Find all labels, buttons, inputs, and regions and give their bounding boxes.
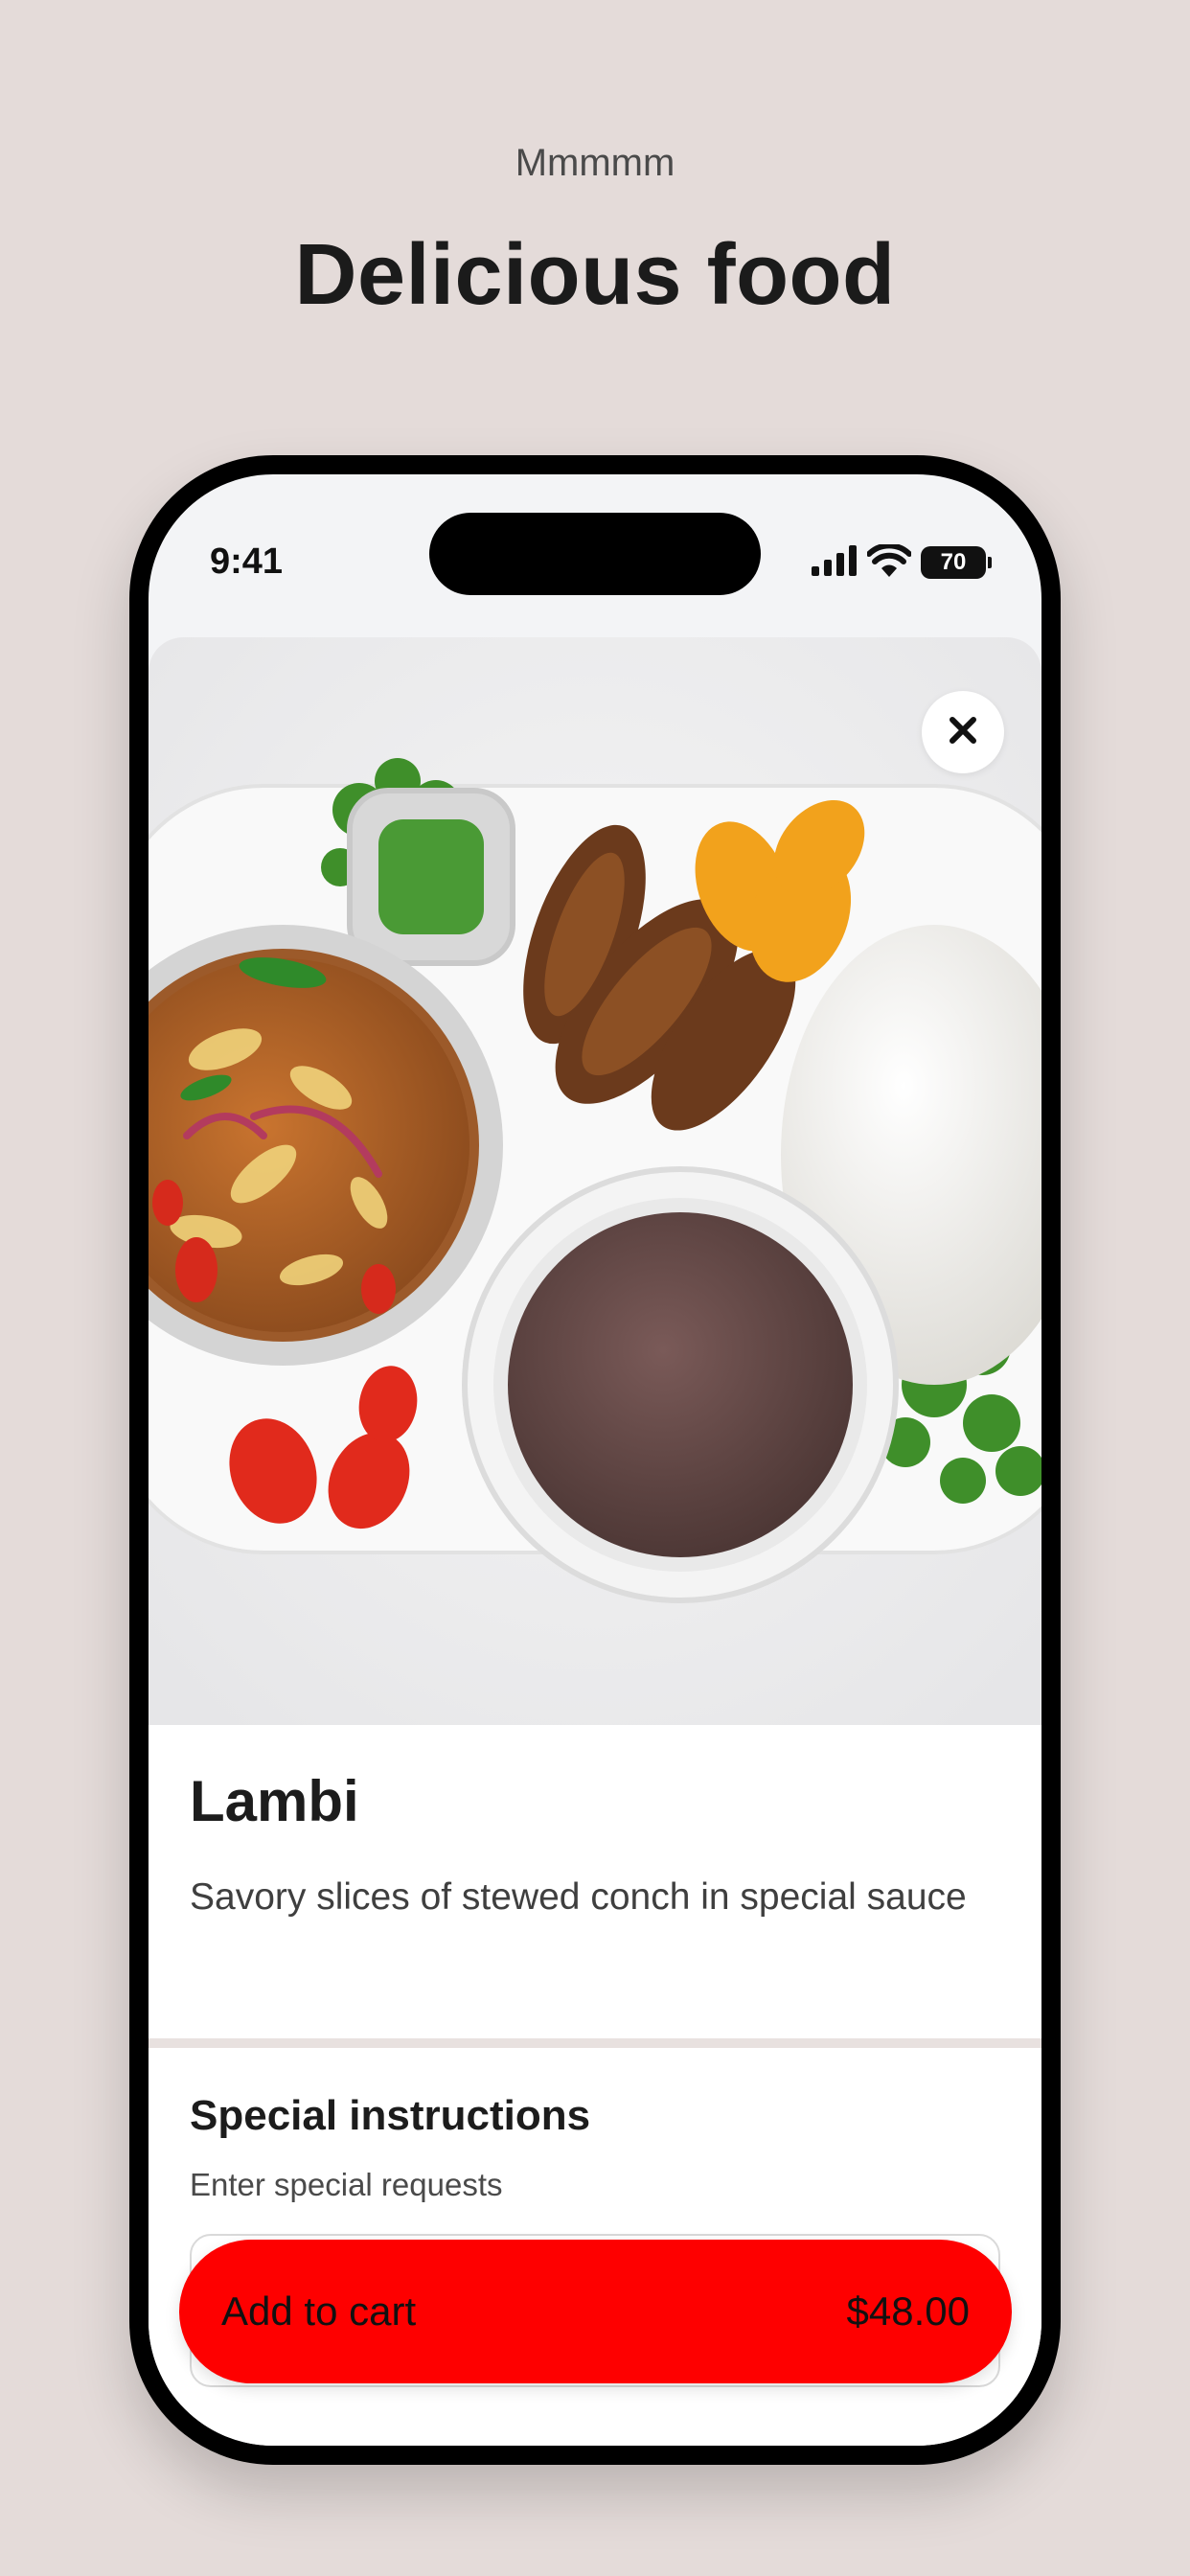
wifi-icon — [866, 541, 912, 582]
page-title: Delicious food — [294, 227, 896, 323]
item-name: Lambi — [190, 1769, 359, 1833]
section-divider — [149, 2038, 1041, 2048]
item-description: Savory slices of stewed conch in special… — [190, 1876, 967, 1918]
add-to-cart-label: Add to cart — [221, 2288, 417, 2334]
phone-frame: 9:41 70 Lambi Savory slices of stewed co… — [129, 455, 1061, 2465]
instructions-subtitle: Enter special requests — [190, 2167, 503, 2202]
food-illustration — [149, 637, 1041, 1725]
status-bar: 9:41 70 — [149, 474, 1041, 618]
battery-icon: 70 — [921, 546, 992, 579]
add-to-cart-button[interactable]: Add to cart $48.00 — [179, 2240, 1012, 2383]
food-image — [149, 637, 1041, 1725]
close-icon — [947, 714, 979, 751]
page-eyebrow: Mmmmm — [515, 142, 675, 184]
status-time: 9:41 — [210, 541, 284, 582]
signal-icon — [812, 544, 858, 581]
dynamic-island — [429, 513, 761, 595]
instructions-title: Special instructions — [190, 2092, 591, 2139]
status-icons: 70 — [812, 541, 992, 582]
cart-price: $48.00 — [846, 2288, 970, 2334]
item-detail-sheet: Lambi Savory slices of stewed conch in s… — [149, 637, 1041, 2446]
close-button[interactable] — [922, 691, 1004, 773]
